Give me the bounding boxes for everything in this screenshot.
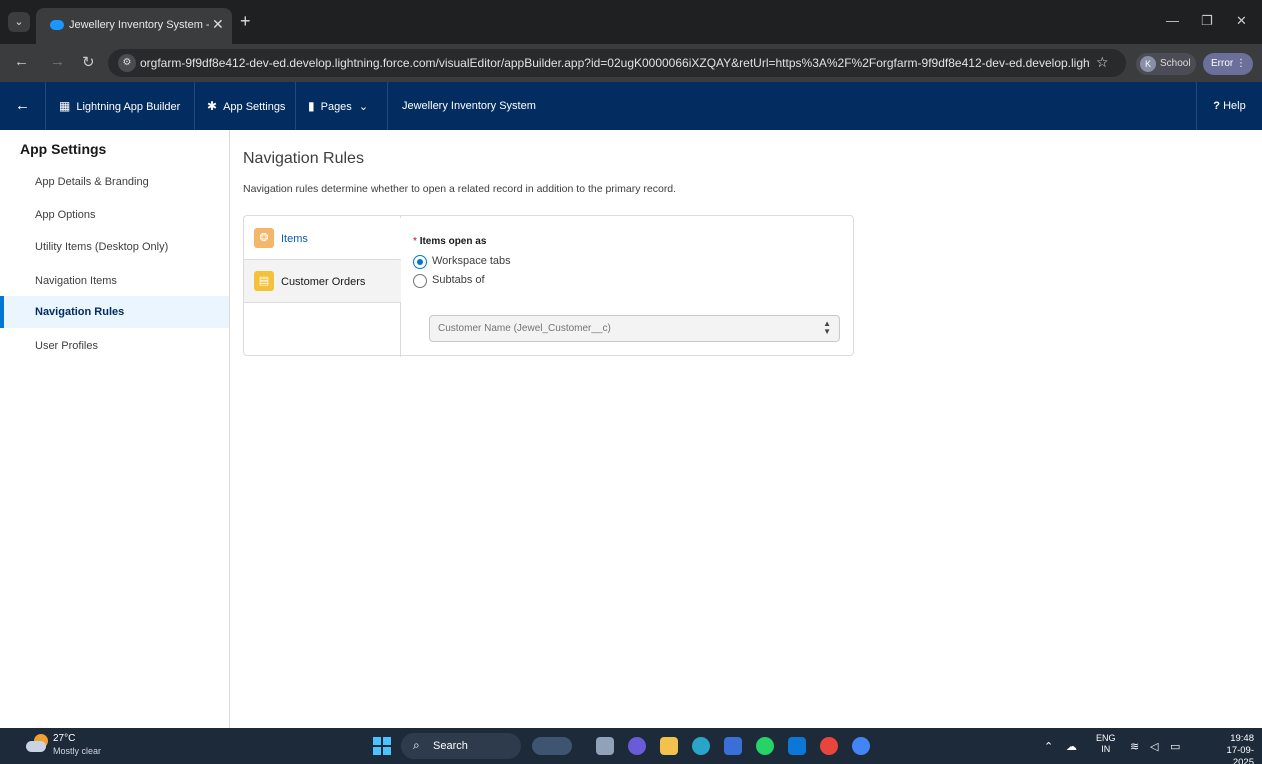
required-marker: * <box>413 236 417 247</box>
select-arrows-icon: ▲ ▼ <box>823 319 831 336</box>
profile-button[interactable]: K School <box>1136 53 1196 75</box>
select-value: Customer Name (Jewel_Customer__c) <box>438 323 611 334</box>
outlook-icon[interactable] <box>788 737 806 755</box>
search-label: Search <box>433 740 468 752</box>
app-name: Jewellery Inventory System <box>402 100 536 112</box>
volume-icon[interactable]: ◁ <box>1150 740 1158 753</box>
browser-tab-strip: ⌄ Jewellery Inventory System - Lig ✕ + —… <box>0 0 1262 44</box>
clock-date: 17-09-2025 <box>1226 745 1254 764</box>
app-builder-label: Lightning App Builder <box>76 101 181 113</box>
pages-label: Pages <box>320 101 352 113</box>
sidebar-item-app-options[interactable]: App Options <box>0 199 229 231</box>
bookmark-star-icon[interactable]: ☆ <box>1096 54 1109 71</box>
weather-icon[interactable] <box>26 734 48 756</box>
clock-time: 19:48 <box>1230 733 1254 744</box>
weather-temperature[interactable]: 27°C <box>53 733 75 744</box>
sidebar-item-user-profiles[interactable]: User Profiles <box>0 330 229 362</box>
opera-icon[interactable] <box>820 737 838 755</box>
pages-dropdown[interactable]: ▮ Pages ⌄ <box>296 82 388 130</box>
help-button[interactable]: ? Help <box>1196 82 1262 130</box>
subtabs-of-radio[interactable] <box>413 274 427 288</box>
workspace-tabs-label: Workspace tabs <box>432 255 511 267</box>
whatsapp-icon[interactable] <box>756 737 774 755</box>
edge-icon[interactable] <box>692 737 710 755</box>
search-icon: ⌕ <box>413 738 420 752</box>
app-builder-header: ← ▦ Lightning App Builder ✱ App Settings ▮… <box>0 82 1262 130</box>
error-button[interactable]: Error ⋮ <box>1203 53 1253 75</box>
orders-object-icon: ▤ <box>254 271 274 291</box>
copilot-icon[interactable] <box>628 737 646 755</box>
page-description: Navigation rules determine whether to op… <box>243 183 677 195</box>
help-icon: ? <box>1213 100 1221 112</box>
back-arrow-icon[interactable]: ← <box>14 53 29 70</box>
sidebar-item-utility-items[interactable]: Utility Items (Desktop Only) <box>0 231 229 263</box>
subtabs-of-label: Subtabs of <box>432 274 485 286</box>
tab-items[interactable]: ❂ Items <box>244 218 401 261</box>
tab-items-label: Items <box>281 233 308 245</box>
sidebar-heading: App Settings <box>20 141 107 157</box>
onedrive-cloud-icon[interactable]: ☁ <box>1066 740 1077 753</box>
new-tab-button[interactable]: + <box>240 12 251 30</box>
gear-icon: ✱ <box>207 99 218 113</box>
browser-tab[interactable]: Jewellery Inventory System - Lig ✕ <box>36 8 232 44</box>
battery-icon[interactable]: ▭ <box>1170 740 1180 753</box>
page-icon: ▮ <box>308 99 315 113</box>
chevron-down-icon: ⌄ <box>358 101 369 113</box>
restore-icon[interactable]: ❐ <box>1201 13 1213 29</box>
tab-customer-orders[interactable]: ▤ Customer Orders <box>244 259 401 303</box>
tab-title: Jewellery Inventory System - Lig <box>69 19 209 31</box>
url-text[interactable]: orgfarm-9f9df8e412-dev-ed.develop.lightn… <box>140 56 1090 70</box>
items-open-as-label: * Items open as <box>413 236 486 247</box>
items-open-as-text: Items open as <box>419 236 487 247</box>
language-indicator[interactable]: ENG IN <box>1096 733 1116 755</box>
profile-label: School <box>1160 58 1191 69</box>
salesforce-cloud-icon <box>50 20 64 30</box>
app-settings-label: App Settings <box>223 101 286 113</box>
tab-search-button[interactable]: ⌄ <box>8 12 30 32</box>
taskbar-search[interactable]: ⌕ Search <box>401 733 521 759</box>
avatar: K <box>1140 56 1156 72</box>
address-bar-row: ← → ↻ ⚙ orgfarm-9f9df8e412-dev-ed.develo… <box>0 44 1262 82</box>
windows-taskbar: 27°C Mostly clear ⌕ Search ⌃ ☁ ENG IN ≋ … <box>0 728 1262 764</box>
weather-condition[interactable]: Mostly clear <box>53 746 101 756</box>
chrome-icon[interactable] <box>852 737 870 755</box>
lang-bottom: IN <box>1101 744 1111 754</box>
widgets-icon[interactable] <box>532 737 572 755</box>
sidebar-item-app-details[interactable]: App Details & Branding <box>0 166 229 198</box>
wifi-icon[interactable]: ≋ <box>1130 740 1139 753</box>
page-title: Navigation Rules <box>243 150 364 167</box>
store-icon[interactable] <box>724 737 742 755</box>
chevron-up-icon[interactable]: ⌃ <box>1044 740 1053 753</box>
sidebar-item-navigation-rules[interactable]: Navigation Rules <box>0 296 229 328</box>
minimize-icon[interactable]: — <box>1166 13 1179 28</box>
clock[interactable]: 19:48 17-09-2025 <box>1206 733 1254 764</box>
workspace-tabs-radio[interactable] <box>413 255 427 269</box>
lang-top: ENG <box>1096 733 1116 743</box>
file-explorer-icon[interactable] <box>660 737 678 755</box>
forward-arrow-icon[interactable]: → <box>50 53 65 70</box>
reload-icon[interactable]: ↻ <box>82 53 95 71</box>
sidebar-item-navigation-items[interactable]: Navigation Items <box>0 265 229 297</box>
tab-close-icon[interactable]: ✕ <box>212 16 224 33</box>
address-bar[interactable]: ⚙ orgfarm-9f9df8e412-dev-ed.develop.ligh… <box>108 49 1126 77</box>
settings-sidebar: App Settings App Details & Branding App … <box>0 130 230 728</box>
object-tab-list: ❂ Items ▤ Customer Orders <box>244 216 401 357</box>
help-label: Help <box>1223 100 1246 112</box>
site-info-icon[interactable]: ⚙ <box>118 54 136 72</box>
subtabs-of-select[interactable]: Customer Name (Jewel_Customer__c) ▲ ▼ <box>429 315 840 342</box>
task-view-icon[interactable] <box>596 737 614 755</box>
lightning-app-builder-menu[interactable]: ▦ Lightning App Builder <box>47 82 195 130</box>
back-icon[interactable]: ← <box>0 82 46 130</box>
tab-customer-orders-label: Customer Orders <box>281 276 366 288</box>
app-builder-icon: ▦ <box>59 99 71 113</box>
app-settings-button[interactable]: ✱ App Settings <box>195 82 296 130</box>
items-object-icon: ❂ <box>254 228 274 248</box>
windows-start-icon[interactable] <box>373 737 391 755</box>
close-window-icon[interactable]: ✕ <box>1236 13 1247 29</box>
